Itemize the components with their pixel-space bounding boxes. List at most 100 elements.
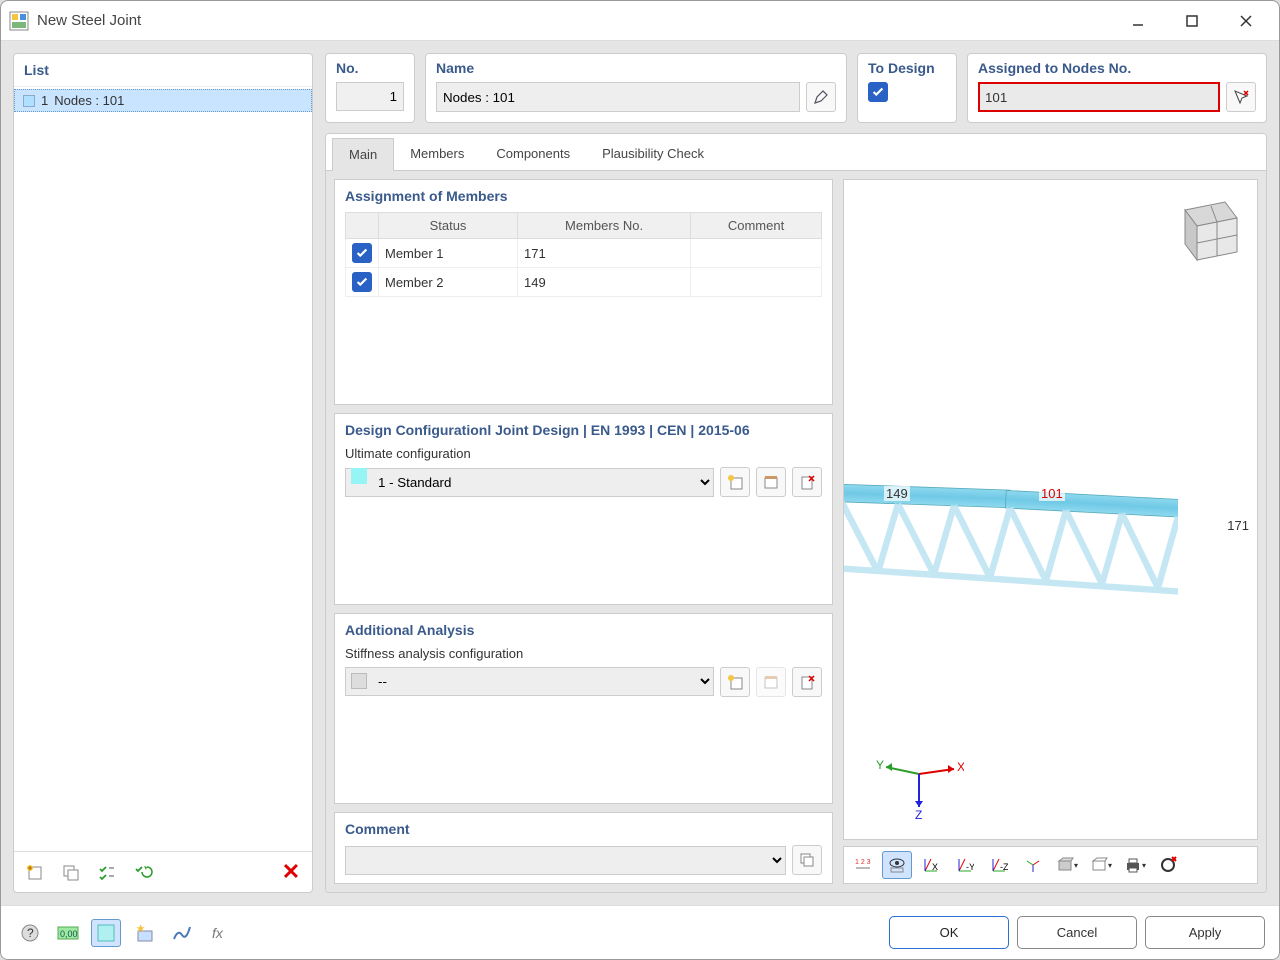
ok-button[interactable]: OK: [889, 916, 1009, 949]
member-checkbox[interactable]: [352, 272, 372, 292]
list-check-all-button[interactable]: [92, 858, 122, 886]
vp-print-button[interactable]: ▾: [1120, 851, 1150, 879]
cell-comment: [691, 239, 822, 268]
cell-status: Member 1: [379, 239, 518, 268]
member-checkbox[interactable]: [352, 243, 372, 263]
vp-axis-x-button[interactable]: X: [916, 851, 946, 879]
dialog-window: New Steel Joint List 1 Nodes : 101: [0, 0, 1280, 960]
list-item-index: 1: [41, 93, 48, 108]
svg-text:X: X: [957, 760, 964, 774]
stiffness-label: Stiffness analysis configuration: [345, 646, 822, 661]
to-design-label: To Design: [868, 60, 946, 76]
svg-text:-Z: -Z: [1000, 862, 1008, 872]
titlebar: New Steel Joint: [1, 1, 1279, 41]
svg-text:0,00: 0,00: [60, 929, 78, 939]
3d-viewport[interactable]: 149 101 171 X Y Z: [843, 179, 1258, 840]
units-button[interactable]: 0,00: [53, 919, 83, 947]
additional-title: Additional Analysis: [345, 622, 822, 638]
ultimate-label: Ultimate configuration: [345, 446, 822, 461]
name-edit-button[interactable]: [806, 82, 836, 112]
config-delete-button[interactable]: [792, 467, 822, 497]
list-title: List: [14, 54, 312, 87]
additional-analysis-section: Additional Analysis Stiffness analysis c…: [334, 613, 833, 804]
list-copy-button[interactable]: [56, 858, 86, 886]
svg-text:?: ?: [27, 926, 34, 940]
no-field: No.: [325, 53, 415, 123]
assigned-field: Assigned to Nodes No.: [967, 53, 1267, 123]
col-status: Status: [379, 213, 518, 239]
vp-wireframe-button[interactable]: ▾: [1086, 851, 1116, 879]
svg-text:Z: Z: [915, 808, 922, 819]
name-label: Name: [436, 60, 836, 76]
help-button[interactable]: ?: [15, 919, 45, 947]
tab-members[interactable]: Members: [394, 138, 480, 170]
tab-components[interactable]: Components: [480, 138, 586, 170]
dialog-footer: ? 0,00 fx OK Cancel Apply: [1, 905, 1279, 959]
stiffness-delete-button[interactable]: [792, 667, 822, 697]
svg-text:fx: fx: [212, 925, 224, 941]
no-input[interactable]: [336, 82, 404, 111]
cancel-button[interactable]: Cancel: [1017, 916, 1137, 949]
truss-preview: [843, 480, 1178, 640]
list-body: 1 Nodes : 101: [14, 87, 312, 851]
assigned-label: Assigned to Nodes No.: [978, 60, 1256, 76]
list-delete-button[interactable]: ✕: [276, 858, 306, 886]
vp-axis-z-button[interactable]: -Z: [984, 851, 1014, 879]
vp-axis-iso-button[interactable]: [1018, 851, 1048, 879]
design-config-title: Design Configurationl Joint Design | EN …: [345, 422, 822, 438]
stiffness-swatch: [351, 673, 367, 689]
cell-status: Member 2: [379, 268, 518, 297]
nav-cube-icon[interactable]: [1165, 190, 1245, 270]
comment-select[interactable]: [345, 846, 786, 875]
stiffness-select[interactable]: --: [345, 667, 714, 696]
vp-view-mode-button[interactable]: ▾: [1052, 851, 1082, 879]
vp-reset-button[interactable]: [1154, 851, 1184, 879]
svg-text:X: X: [932, 862, 938, 872]
assigned-pick-button[interactable]: [1226, 82, 1256, 112]
cell-members-no: 149: [518, 268, 691, 297]
to-design-field: To Design: [857, 53, 957, 123]
comment-copy-button[interactable]: [792, 845, 822, 875]
config-library-button[interactable]: [756, 467, 786, 497]
ultimate-select[interactable]: 1 - Standard: [345, 468, 714, 497]
color-button[interactable]: [91, 919, 121, 947]
config-new-button[interactable]: [720, 467, 750, 497]
formula-button[interactable]: fx: [205, 919, 235, 947]
tab-plausibility[interactable]: Plausibility Check: [586, 138, 720, 170]
table-row[interactable]: Member 1 171: [346, 239, 822, 268]
apply-button[interactable]: Apply: [1145, 916, 1265, 949]
stiffness-library-button[interactable]: [756, 667, 786, 697]
close-button[interactable]: [1231, 6, 1261, 36]
table-row[interactable]: Member 2 149: [346, 268, 822, 297]
vp-show-button[interactable]: [882, 851, 912, 879]
col-members-no: Members No.: [518, 213, 691, 239]
tab-main[interactable]: Main: [332, 138, 394, 171]
svg-text:Y: Y: [876, 758, 884, 772]
cell-members-no: 171: [518, 239, 691, 268]
comment-section: Comment: [334, 812, 833, 884]
graphics-button[interactable]: [167, 919, 197, 947]
svg-text:1 2 3: 1 2 3: [855, 859, 871, 866]
tabs-row: Main Members Components Plausibility Che…: [326, 134, 1266, 171]
vp-numbers-button[interactable]: 1 2 3: [848, 851, 878, 879]
col-comment: Comment: [691, 213, 822, 239]
minimize-button[interactable]: [1123, 6, 1153, 36]
svg-text:-Y: -Y: [966, 862, 974, 872]
list-new-button[interactable]: [20, 858, 50, 886]
name-field: Name: [425, 53, 847, 123]
vp-axis-y-button[interactable]: -Y: [950, 851, 980, 879]
to-design-checkbox[interactable]: [868, 82, 888, 102]
members-table: Status Members No. Comment Member 1: [345, 212, 822, 297]
list-sync-button[interactable]: [128, 858, 158, 886]
list-item-swatch: [23, 95, 35, 107]
assigned-input[interactable]: [978, 82, 1220, 112]
list-item[interactable]: 1 Nodes : 101: [14, 89, 312, 112]
stiffness-new-button[interactable]: [720, 667, 750, 697]
viewport-toolbar: 1 2 3 X -Y -Z ▾ ▾ ▾: [843, 846, 1258, 884]
maximize-button[interactable]: [1177, 6, 1207, 36]
node-label-101: 101: [1039, 486, 1065, 501]
favorites-button[interactable]: [129, 919, 159, 947]
assignment-section: Assignment of Members Status Members No.…: [334, 179, 833, 405]
name-input[interactable]: [436, 82, 800, 112]
member-label-149: 149: [884, 486, 910, 501]
